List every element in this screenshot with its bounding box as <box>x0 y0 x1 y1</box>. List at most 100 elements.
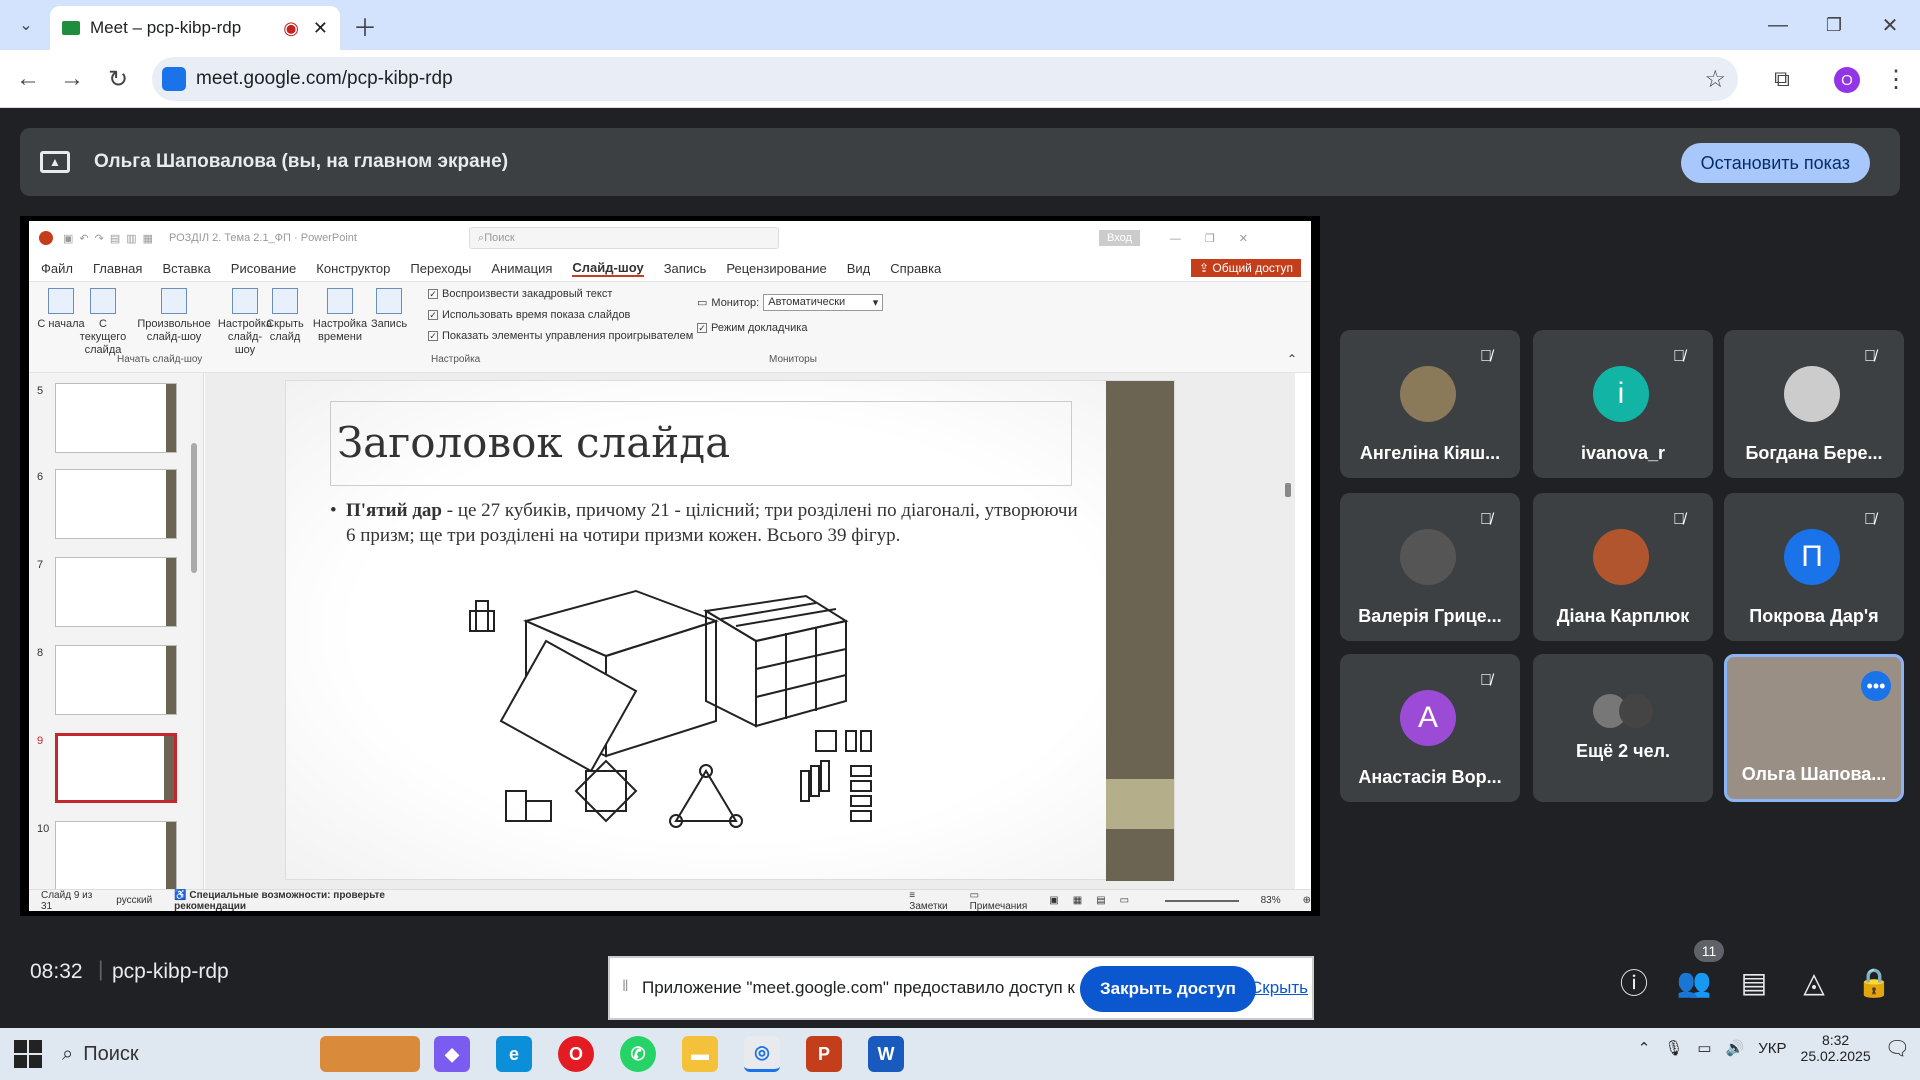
reload-icon[interactable]: ↻ <box>98 59 138 99</box>
browser-tab-meet[interactable]: Meet – pcp-kibp-rdp ◉ ✕ <box>50 6 340 50</box>
forward-icon[interactable]: → <box>52 59 92 99</box>
media-controls-checkbox[interactable]: ✓ Показать элементы управления проигрыват… <box>428 330 693 342</box>
stop-presenting-button[interactable]: Остановить показ <box>1680 143 1870 183</box>
slide-title-placeholder[interactable]: Заголовок слайда <box>330 401 1072 486</box>
menu-help[interactable]: Справка <box>890 261 941 276</box>
participant-tile[interactable]: 🎙̸ Діана Карплюк <box>1533 493 1713 641</box>
canvas-scrollbar[interactable] <box>1285 483 1291 497</box>
tab-list-chevron-icon[interactable]: ⌄ <box>6 5 46 45</box>
menu-home[interactable]: Главная <box>93 261 142 276</box>
address-bar[interactable]: meet.google.com/pcp-kibp-rdp ☆ <box>152 57 1738 101</box>
minimize-icon[interactable]: — <box>1758 5 1798 45</box>
chrome-icon[interactable]: ◎ <box>744 1036 780 1072</box>
microphone-icon[interactable]: 🎙 <box>1664 1039 1683 1057</box>
network-icon[interactable]: ▭ <box>1697 1039 1711 1057</box>
presenter-view-checkbox[interactable]: ✓ Режим докладчика <box>697 322 807 334</box>
hide-link[interactable]: Скрыть <box>1250 978 1308 998</box>
back-icon[interactable]: ← <box>8 59 48 99</box>
new-tab-icon[interactable]: ＋ <box>345 5 385 45</box>
input-language[interactable]: УКР <box>1758 1040 1786 1057</box>
custom-show-button[interactable]: Произвольное слайд-шоу <box>137 288 211 344</box>
volume-icon[interactable]: 🔊 <box>1726 1039 1745 1057</box>
menu-slideshow[interactable]: Слайд-шоу <box>572 260 644 277</box>
zoom-level[interactable]: 83% <box>1261 895 1281 906</box>
menu-view[interactable]: Вид <box>847 261 871 276</box>
participant-tile[interactable]: 🎙̸ Ангеліна Кіяш... <box>1340 330 1520 478</box>
language-indicator[interactable]: русский <box>116 895 152 906</box>
menu-draw[interactable]: Рисование <box>231 261 296 276</box>
site-info-icon[interactable] <box>162 67 186 91</box>
restore-icon[interactable]: ❐ <box>1814 5 1854 45</box>
slide-thumbnail-5[interactable] <box>55 383 177 453</box>
widgets-icon[interactable] <box>320 1036 420 1072</box>
collapse-ribbon-icon[interactable]: ⌃ <box>1287 352 1297 366</box>
menu-animation[interactable]: Анимация <box>491 261 552 276</box>
extensions-icon[interactable]: ⧉ <box>1762 59 1802 99</box>
menu-transitions[interactable]: Переходы <box>410 261 471 276</box>
rehearse-timing-button[interactable]: Настройка времени <box>313 288 367 344</box>
comments-toggle[interactable]: ▭ Примечания <box>970 890 1028 912</box>
ppt-window-controls[interactable]: —❐✕ <box>1170 232 1272 245</box>
taskbar-search[interactable]: ⌕ Поиск <box>62 1034 318 1074</box>
slide-body-text[interactable]: • П'ятий дар - це 27 кубиків, причому 21 … <box>330 499 1086 548</box>
whatsapp-icon[interactable]: ✆ <box>620 1036 656 1072</box>
menu-review[interactable]: Рецензирование <box>726 261 826 276</box>
chat-icon[interactable]: ▤ <box>1734 962 1774 1002</box>
close-access-button[interactable]: Закрыть доступ <box>1080 966 1256 1012</box>
bookmark-star-icon[interactable]: ☆ <box>1704 65 1726 94</box>
activities-icon[interactable]: ◬ <box>1794 962 1834 1002</box>
slide-thumbnail-9[interactable] <box>55 733 177 803</box>
more-participants-tile[interactable]: Ещё 2 чел. <box>1533 654 1713 802</box>
ppt-search-box[interactable]: ⌕ Поиск <box>469 227 780 249</box>
menu-file[interactable]: Файл <box>41 261 73 276</box>
meeting-info-icon[interactable]: ⓘ <box>1614 962 1654 1002</box>
zoom-slider[interactable] <box>1165 899 1239 902</box>
notes-toggle[interactable]: ≡ Заметки <box>909 890 947 912</box>
monitor-select[interactable]: Автоматически ▾ <box>763 294 884 311</box>
ppt-share-button[interactable]: ⇪ Общий доступ <box>1190 259 1301 277</box>
word-icon[interactable]: W <box>868 1036 904 1072</box>
timings-checkbox[interactable]: ✓ Использовать время показа слайдов <box>428 309 630 321</box>
from-current-button[interactable]: С текущего слайда <box>77 288 129 358</box>
copilot-icon[interactable]: ◆ <box>434 1036 470 1072</box>
fit-slide-icon[interactable]: ⊕ <box>1303 895 1311 906</box>
view-buttons[interactable]: ▣▦▤▭ <box>1049 895 1143 906</box>
profile-avatar[interactable]: O <box>1834 67 1860 93</box>
slide-thumbnail-8[interactable] <box>55 645 177 715</box>
hide-slide-button[interactable]: Скрыть слайд <box>265 288 305 344</box>
menu-insert[interactable]: Вставка <box>162 261 210 276</box>
record-button[interactable]: Запись <box>369 288 409 331</box>
opera-icon[interactable]: O <box>558 1036 594 1072</box>
more-options-icon[interactable]: ••• <box>1861 671 1891 701</box>
narration-checkbox[interactable]: ✓ Воспроизвести закадровый текст <box>428 288 612 300</box>
clock-date[interactable]: 8:32 25.02.2025 <box>1801 1032 1871 1064</box>
menu-kebab-icon[interactable]: ⋮ <box>1876 59 1916 99</box>
participant-tile[interactable]: 🎙̸ i ivanova_r <box>1533 330 1713 478</box>
notifications-icon[interactable]: 🗨 <box>1885 1036 1910 1061</box>
participant-tile[interactable]: 🎙̸ Валерія Грице... <box>1340 493 1520 641</box>
tab-close-icon[interactable]: ✕ <box>313 18 328 39</box>
participant-tile[interactable]: 🎙̸ П Покрова Дар'я <box>1724 493 1904 641</box>
tray-expand-icon[interactable]: ⌃ <box>1638 1039 1651 1057</box>
drag-handle-icon[interactable]: ‖ <box>622 978 629 996</box>
close-window-icon[interactable]: ✕ <box>1870 5 1910 45</box>
slide-thumbnail-10[interactable] <box>55 821 177 891</box>
menu-design[interactable]: Конструктор <box>316 261 390 276</box>
slide-thumbnail-7[interactable] <box>55 557 177 627</box>
people-icon[interactable]: 👥 <box>1674 962 1714 1002</box>
self-tile[interactable]: ••• Ольга Шапова... <box>1724 654 1904 802</box>
ppt-login-button[interactable]: Вход <box>1099 230 1140 246</box>
slide-thumbnail-6[interactable] <box>55 469 177 539</box>
edge-icon[interactable]: e <box>496 1036 532 1072</box>
participant-tile[interactable]: 🎙̸ Богдана Бере... <box>1724 330 1904 478</box>
participant-tile[interactable]: 🎙̸ A Анастасія Вор... <box>1340 654 1520 802</box>
file-explorer-icon[interactable]: ▬ <box>682 1036 718 1072</box>
powerpoint-icon[interactable]: P <box>806 1036 842 1072</box>
menu-record[interactable]: Запись <box>664 261 707 276</box>
host-controls-icon[interactable]: 🔒 <box>1854 962 1894 1002</box>
current-slide[interactable]: Заголовок слайда • П'ятий дар - це 27 куб… <box>285 380 1175 881</box>
accessibility-checker[interactable]: ♿ Специальные возможности: проверьте рек… <box>174 890 407 912</box>
thumbs-scrollbar[interactable] <box>191 443 197 573</box>
windows-start-icon[interactable] <box>14 1040 42 1068</box>
setup-show-button[interactable]: Настройка слайд-шоу <box>218 288 272 358</box>
